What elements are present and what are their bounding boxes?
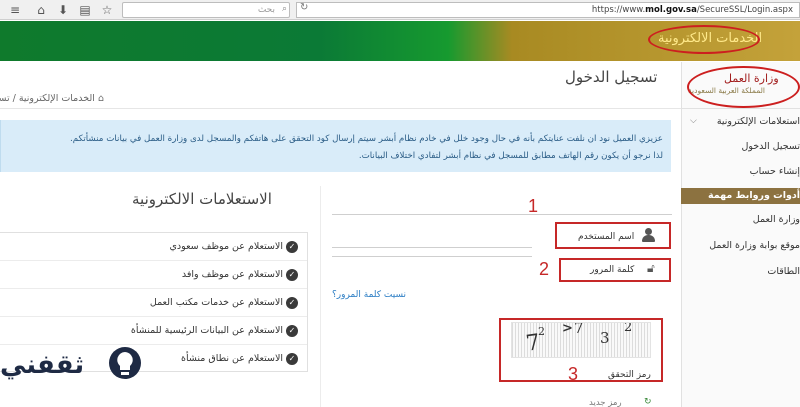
sidebar-link-taqat[interactable]: الطاقات [767,266,800,277]
watermark-logo-text: ثقفني [0,350,85,380]
sidebar-links-header: أدوات وروابط مهمة [681,188,800,204]
sidebar-item-login[interactable]: تسجيل الدخول [741,141,800,152]
right-sidebar [681,62,800,407]
breadcrumb[interactable]: ⌂ الخدمات الإلكترونية / تسـ [0,93,104,104]
browser-search-input[interactable]: بحث ⌕ [122,2,290,18]
annotation-number-3: 3 [568,364,579,384]
inquiry-saudi-employee[interactable]: الاستعلام عن موظف سعودي [170,241,284,252]
username-field[interactable] [332,214,672,215]
list-item[interactable]: ✓ الاستعلام عن خدمات مكتب العمل [0,289,307,317]
reload-icon[interactable]: ↻ [300,2,308,13]
sidebar-link-ministry[interactable]: وزارة العمل [753,214,800,225]
check-circle-icon: ✓ [286,325,298,337]
sidebar-item-create-account[interactable]: إنشاء حساب [750,166,800,177]
inquiry-establishment-data[interactable]: الاستعلام عن البيانات الرئيسية للمنشأة [131,325,283,336]
chevron-down-icon[interactable]: ⌵ [690,116,697,126]
url-prefix: https://www. [591,5,646,15]
annotation-box-captcha [499,318,663,382]
refresh-icon[interactable]: ↻ [644,397,652,407]
alert-line-2: لذا نرجو أن يكون رقم الهاتف مطابق للمسجل… [358,151,663,161]
sidebar-divider [681,108,800,109]
annotation-box-username [555,222,671,249]
annotation-box-password [559,258,671,282]
url-domain: mol.gov.sa [645,5,697,15]
bookmarks-icon[interactable]: ▤ [78,3,92,17]
search-placeholder: بحث [257,5,275,15]
breadcrumb-text[interactable]: الخدمات الإلكترونية / تسـ [0,93,95,104]
lightbulb-icon [109,347,141,379]
list-item[interactable]: ✓ الاستعلام عن موظف سعودي [0,233,307,261]
star-icon[interactable]: ☆ [100,3,114,17]
info-alert: عزيزي العميل نود ان نلفت عنايتكم بأنه في… [0,120,671,172]
browser-address-bar[interactable]: https://www.mol.gov.sa/SecureSSL/Login.a… [296,2,800,18]
page-title: تسجيل الدخول [565,68,658,86]
check-circle-icon: ✓ [286,241,298,253]
sidebar-item-inquiries[interactable]: استعلامات الإلكترونية [717,116,800,127]
annotation-oval-logo [687,66,800,108]
content-divider [0,108,681,109]
inquiry-nitaqat[interactable]: الاستعلام عن نطاق منشأة [181,353,283,364]
check-circle-icon: ✓ [286,353,298,365]
menu-icon[interactable]: ≡ [8,3,22,17]
alert-line-1: عزيزي العميل نود ان نلفت عنايتكم بأنه في… [70,134,663,144]
sidebar-link-portal[interactable]: موقع بوابة وزارة العمل [709,240,800,251]
search-icon: ⌕ [281,4,287,14]
inquiries-title: الاستعلامات الالكترونية [132,190,272,208]
new-code-link[interactable]: رمز جديد [589,398,622,407]
home-icon[interactable]: ⌂ [95,93,104,104]
annotation-oval-banner [648,25,760,54]
inquiry-labor-office[interactable]: الاستعلام عن خدمات مكتب العمل [150,297,283,308]
username-underline [332,247,532,248]
list-item[interactable]: ✓ الاستعلام عن موظف وافد [0,261,307,289]
list-item[interactable]: ✓ الاستعلام عن البيانات الرئيسية للمنشأة [0,317,307,345]
annotation-number-2: 2 [539,259,550,279]
forgot-password-link[interactable]: نسيت كلمة المرور؟ [332,290,406,300]
check-circle-icon: ✓ [286,297,298,309]
check-circle-icon: ✓ [286,269,298,281]
annotation-number-1: 1 [528,196,539,216]
inquiry-expat-employee[interactable]: الاستعلام عن موظف وافد [182,269,283,280]
url-path: /SecureSSL/Login.aspx [696,5,793,15]
download-icon[interactable]: ⬇ [56,3,70,17]
home-icon[interactable]: ⌂ [34,3,48,17]
password-field[interactable] [332,256,532,257]
